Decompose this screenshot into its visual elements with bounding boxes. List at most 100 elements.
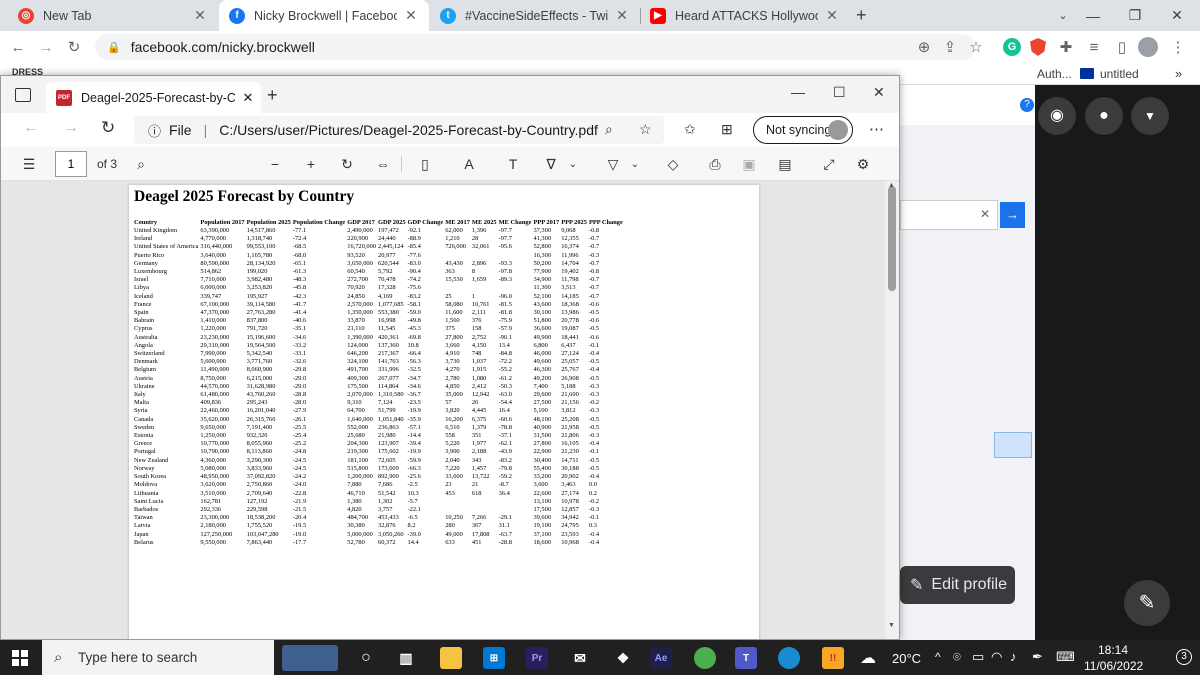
erase-icon[interactable]: ◇ — [661, 152, 685, 176]
fullscreen-icon[interactable]: ⤢ — [817, 152, 841, 176]
network-icon[interactable]: ⌾ — [953, 649, 961, 665]
pdf-settings-icon[interactable]: ⚙ — [851, 152, 875, 176]
more-bookmarks-icon[interactable]: » — [1175, 66, 1182, 81]
extensions-icon[interactable]: ✚ — [1054, 35, 1078, 59]
scroll-down-icon[interactable]: ▼ — [888, 622, 895, 629]
add-text-icon[interactable]: T — [501, 152, 525, 176]
wifi-icon[interactable]: ◠ — [991, 649, 1002, 665]
not-syncing-button[interactable]: Not syncing — [753, 116, 853, 144]
zoom-icon[interactable]: ⊕ — [912, 35, 936, 59]
tab-actions-icon[interactable] — [15, 88, 31, 102]
windows-start-icon[interactable] — [12, 650, 28, 666]
scroll-up-icon[interactable]: ▲ — [888, 182, 895, 189]
close-tab-icon[interactable]: ✕ — [192, 7, 208, 24]
back-icon[interactable]: ← — [6, 35, 30, 59]
close-tab-icon[interactable]: ✕ — [824, 7, 840, 24]
search-submit-button[interactable]: → — [1000, 202, 1025, 228]
close-window-button[interactable]: ✕ — [1154, 0, 1200, 31]
file-explorer-icon[interactable] — [440, 647, 462, 669]
zoom-out-icon[interactable]: − — [263, 152, 287, 176]
reload-icon[interactable]: ↻ — [62, 35, 86, 59]
account-menu-icon[interactable]: ▼ — [1131, 97, 1169, 135]
clock-date[interactable]: 11/06/2022 — [1084, 659, 1143, 673]
find-icon[interactable]: ⌕ — [129, 152, 153, 176]
read-aloud-icon[interactable]: A — [457, 152, 481, 176]
bookmark-untitled[interactable]: untitled — [1100, 67, 1139, 81]
forward-icon[interactable]: → — [63, 119, 79, 137]
edge-tab-pdf[interactable]: PDF Deagel-2025-Forecast-by-Count ✕ — [46, 82, 261, 113]
back-icon[interactable]: ← — [23, 119, 39, 137]
scrollbar-thumb[interactable] — [888, 186, 896, 291]
highlight-options-icon[interactable]: ⌄ — [623, 152, 647, 176]
task-view-icon[interactable]: ▥ — [395, 647, 417, 669]
zoom-icon[interactable]: ⌕ — [605, 121, 613, 138]
profile-avatar[interactable] — [1136, 35, 1160, 59]
settings-more-icon[interactable]: ⋯ — [869, 120, 884, 138]
cortana-icon[interactable]: ○ — [355, 647, 377, 669]
tab-twitter[interactable]: t #VaccineSideEffects - Twitter Sea ✕ — [430, 0, 640, 31]
share-icon[interactable]: ⇪ — [938, 35, 962, 59]
chrome-menu-icon[interactable]: ⋮ — [1166, 35, 1190, 59]
highlight-icon[interactable]: ▽ — [601, 152, 625, 176]
tab-facebook[interactable]: f Nicky Brockwell | Facebook ✕ — [219, 0, 429, 31]
dropbox-icon[interactable]: ❖ — [612, 647, 634, 669]
clock-time[interactable]: 18:14 — [1098, 643, 1128, 657]
close-tab-icon[interactable]: ✕ — [235, 90, 261, 106]
edge-address-bar[interactable]: ⓘ File | C:/Users/user/Pictures/Deagel-2… — [134, 116, 664, 144]
messenger-icon[interactable]: ◉ — [1038, 97, 1076, 135]
zoom-in-icon[interactable]: + — [299, 152, 323, 176]
favorites-icon[interactable]: ✩ — [684, 121, 696, 138]
grammarly-icon[interactable]: G — [1000, 35, 1024, 59]
microsoft-store-icon[interactable]: ⊞ — [483, 647, 505, 669]
maximize-button[interactable]: ☐ — [833, 84, 846, 101]
draw-options-icon[interactable]: ⌄ — [561, 152, 585, 176]
minimize-button[interactable]: — — [791, 84, 805, 100]
save-as-icon[interactable]: ▤ — [773, 152, 797, 176]
new-tab-button[interactable]: + — [267, 85, 278, 106]
teams-icon[interactable]: T — [735, 647, 757, 669]
collections-icon[interactable]: ⊞ — [721, 121, 733, 138]
page-view-icon[interactable]: ▯ — [413, 152, 437, 176]
close-window-button[interactable]: ✕ — [873, 84, 885, 101]
close-tab-icon[interactable]: ✕ — [614, 7, 630, 24]
close-tab-icon[interactable]: ✕ — [403, 7, 419, 24]
clear-search-icon[interactable]: ✕ — [980, 207, 990, 221]
new-tab-button[interactable]: + — [856, 5, 867, 26]
mail-icon[interactable]: ✉ — [569, 647, 591, 669]
forward-icon[interactable]: → — [34, 35, 58, 59]
weather-icon[interactable]: ☁ — [860, 648, 876, 668]
edit-profile-button[interactable]: ✎ Edit profile — [900, 566, 1015, 604]
keyboard-icon[interactable]: ⌨ — [1056, 649, 1075, 665]
app-icon[interactable]: !! — [822, 647, 844, 669]
rotate-icon[interactable]: ↻ — [335, 152, 359, 176]
bookmark-auth[interactable]: Auth... — [1037, 67, 1072, 81]
save-icon[interactable]: ▣ — [737, 152, 761, 176]
new-message-icon[interactable]: ✎ — [1124, 580, 1170, 626]
contents-icon[interactable]: ☰ — [17, 152, 41, 176]
print-icon[interactable]: ⎙ — [703, 152, 727, 176]
help-icon[interactable]: ? — [1020, 98, 1034, 112]
pen-icon[interactable]: ✒ — [1032, 649, 1043, 665]
tray-overflow-icon[interactable]: ^ — [935, 650, 941, 664]
temperature[interactable]: 20°C — [892, 651, 921, 666]
notification-center-icon[interactable]: 3 — [1176, 649, 1192, 665]
taskbar-search-input[interactable]: ⌕ Type here to search — [42, 640, 274, 675]
fit-page-icon[interactable]: ⇔ — [371, 152, 395, 176]
add-favorite-icon[interactable]: ☆ — [639, 121, 652, 138]
bookmark-star-icon[interactable]: ☆ — [964, 35, 988, 59]
side-panel-icon[interactable]: ▯ — [1110, 35, 1134, 59]
tab-youtube[interactable]: ▶ Heard ATTACKS Hollywood for S ✕ — [640, 0, 850, 31]
after-effects-icon[interactable]: Ae — [650, 647, 672, 669]
pdf-viewer[interactable]: Deagel 2025 Forecast by Country Country P… — [1, 181, 885, 639]
chrome-taskbar-icon[interactable] — [694, 647, 716, 669]
edge-taskbar-icon[interactable] — [778, 647, 800, 669]
restore-button[interactable]: ❐ — [1112, 0, 1158, 31]
premiere-icon[interactable]: Pr — [526, 647, 548, 669]
battery-icon[interactable]: ▭ — [972, 649, 984, 665]
volume-icon[interactable]: ♪ — [1010, 649, 1017, 664]
minimize-button[interactable]: — — [1070, 0, 1116, 31]
shield-extension-icon[interactable] — [1026, 35, 1050, 59]
draw-icon[interactable]: ∇ — [539, 152, 563, 176]
notifications-icon[interactable]: ● — [1085, 97, 1123, 135]
reading-list-icon[interactable]: ≡ — [1082, 35, 1106, 59]
